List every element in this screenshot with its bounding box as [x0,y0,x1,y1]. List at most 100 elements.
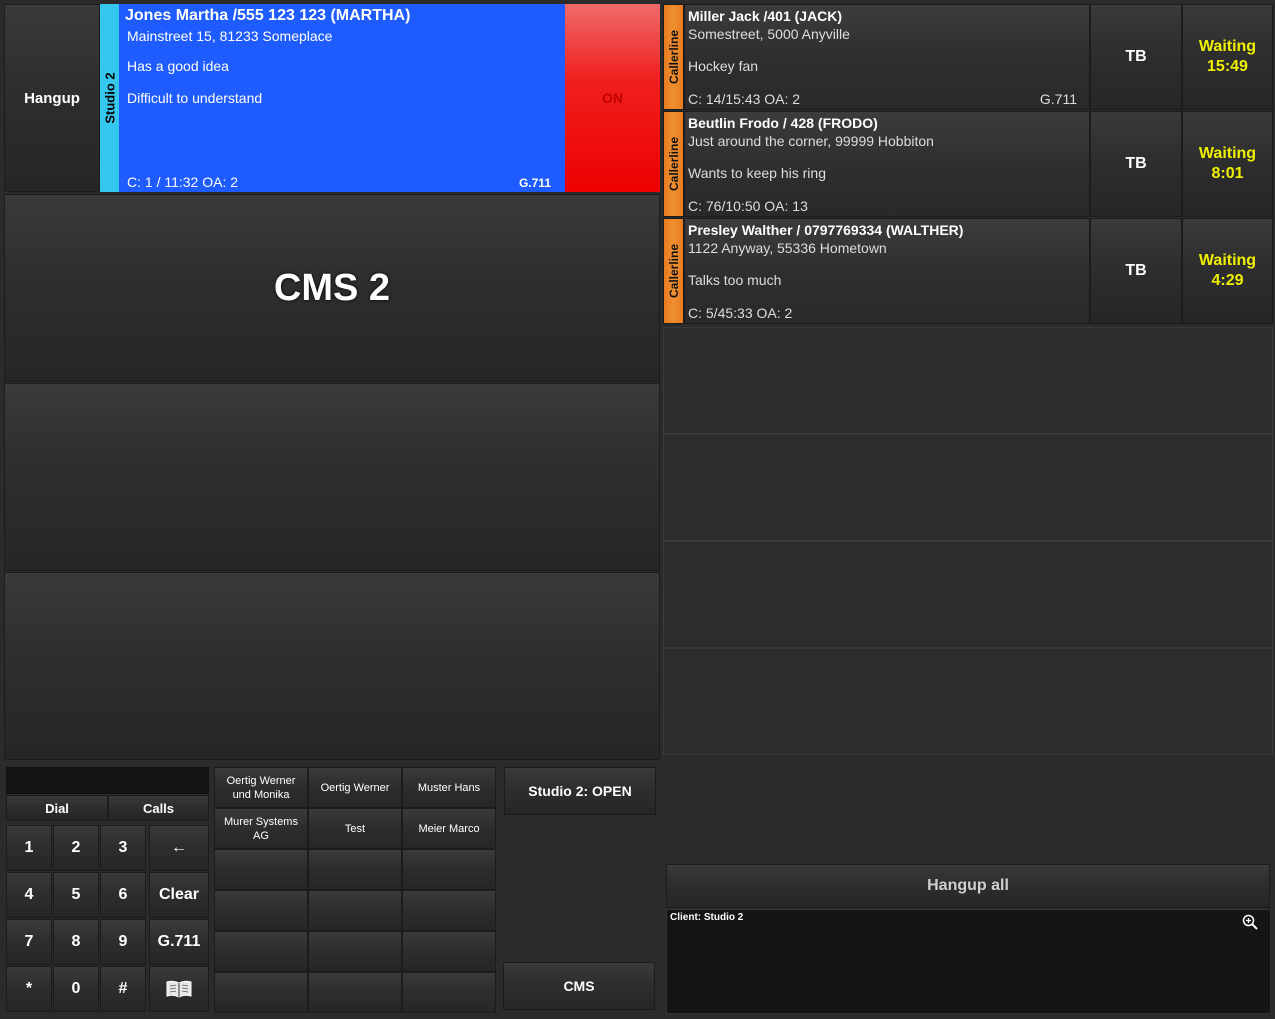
tb-button[interactable]: TB [1090,4,1182,110]
codec-button[interactable]: G.711 [149,919,209,965]
key-9[interactable]: 9 [100,919,146,965]
empty-waiting-slot [663,648,1273,755]
callerline-label: Callerline [666,243,681,299]
waiting-status: Waiting 4:29 [1182,218,1273,324]
waiting-caller-name: Miller Jack /401 (JACK) [688,8,843,24]
speed-dial-empty[interactable] [402,890,496,931]
client-value: Studio 2 [703,912,744,923]
key-7[interactable]: 7 [6,919,52,965]
speed-dial-empty[interactable] [402,931,496,972]
tab-dial[interactable]: Dial [6,795,108,821]
waiting-status-label: Waiting [1198,145,1257,162]
key-1[interactable]: 1 [6,825,52,871]
callerline-label: Callerline [666,29,681,85]
active-caller-name: Jones Martha /555 123 123 (MARTHA) [125,7,411,24]
waiting-status: Waiting 8:01 [1182,111,1273,217]
callerline-strip: Callerline [663,4,684,110]
active-caller-note: Has a good idea [127,58,229,74]
tab-calls[interactable]: Calls [108,795,209,821]
empty-line-slot[interactable] [4,572,660,760]
waiting-caller-address: Somestreet, 5000 Anyville [688,26,850,42]
key-hash[interactable]: # [100,966,146,1012]
waiting-call-info[interactable]: Miller Jack /401 (JACK) Somestreet, 5000… [684,4,1090,110]
hangup-all-button[interactable]: Hangup all [666,864,1270,908]
waiting-call-row[interactable]: Callerline Presley Walther / 0797769334 … [663,218,1273,324]
empty-waiting-slot [663,434,1273,541]
active-caller-note-2: Difficult to understand [127,90,263,106]
studio-strip: Studio 2 [100,4,119,192]
callerline-label: Callerline [666,136,681,192]
zoom-in-icon[interactable] [1242,914,1258,930]
clear-button[interactable]: Clear [149,872,209,918]
studio-status-button[interactable]: Studio 2: OPEN [504,767,656,815]
waiting-call-info[interactable]: Presley Walther / 0797769334 (WALTHER) 1… [684,218,1090,324]
waiting-time: 4:29 [1211,272,1244,289]
hangup-button[interactable]: Hangup [4,4,100,192]
waiting-status: Waiting 15:49 [1182,4,1273,110]
on-air-button[interactable]: ON [565,4,660,192]
speed-dial-empty[interactable] [214,931,308,972]
client-label: Client: [670,912,702,923]
waiting-call-codec: G.711 [1039,91,1077,107]
active-caller-address: Mainstreet 15, 81233 Someplace [127,28,333,44]
waiting-call-stats: C: 76/10:50 OA: 13 [688,198,808,214]
active-call-info[interactable]: Jones Martha /555 123 123 (MARTHA) Mains… [119,4,565,192]
client-info: Client: Studio 2 [670,912,743,923]
key-star[interactable]: * [6,966,52,1012]
speed-dial-empty[interactable] [214,890,308,931]
waiting-call-stats: C: 5/45:33 OA: 2 [688,305,793,321]
waiting-call-info[interactable]: Beutlin Frodo / 428 (FRODO) Just around … [684,111,1090,217]
empty-waiting-slot [663,327,1273,434]
waiting-call-stats: C: 14/15:43 OA: 2 [688,91,801,107]
backspace-button[interactable]: ← [149,825,209,871]
speed-dial-button[interactable]: Oertig Werner [308,767,402,808]
waiting-caller-note: Hockey fan [688,58,759,74]
cms-button[interactable]: CMS [503,962,655,1010]
key-2[interactable]: 2 [53,825,99,871]
waiting-caller-note: Wants to keep his ring [688,165,826,181]
active-call-stats: C: 1 / 11:32 OA: 2 [127,174,239,190]
speed-dial-empty[interactable] [402,972,496,1013]
speed-dial-button[interactable]: Meier Marco [402,808,496,849]
waiting-caller-note: Talks too much [688,272,782,288]
speed-dial-button[interactable]: Muster Hans [402,767,496,808]
waiting-caller-address: Just around the corner, 99999 Hobbiton [688,133,934,149]
callerline-strip: Callerline [663,111,684,217]
key-5[interactable]: 5 [53,872,99,918]
callerline-strip: Callerline [663,218,684,324]
dial-number-display[interactable] [6,767,209,794]
tb-button[interactable]: TB [1090,111,1182,217]
waiting-call-row[interactable]: Callerline Beutlin Frodo / 428 (FRODO) J… [663,111,1273,217]
phonebook-button[interactable] [149,966,209,1012]
speed-dial-button[interactable]: Oertig Werner und Monika [214,767,308,808]
key-0[interactable]: 0 [53,966,99,1012]
studio-label: Studio 2 [102,72,117,124]
book-icon [166,980,192,998]
speed-dial-empty[interactable] [308,890,402,931]
key-3[interactable]: 3 [100,825,146,871]
speed-dial-empty[interactable] [214,849,308,890]
waiting-time: 15:49 [1207,58,1248,75]
speed-dial-empty[interactable] [308,849,402,890]
speed-dial-empty[interactable] [308,972,402,1013]
speed-dial-empty[interactable] [214,972,308,1013]
waiting-status-label: Waiting [1198,38,1257,55]
speed-dial-empty[interactable] [402,849,496,890]
empty-line-slot[interactable] [4,383,660,571]
empty-waiting-slot [663,541,1273,648]
speed-dial-button[interactable]: Test [308,808,402,849]
waiting-caller-name: Beutlin Frodo / 428 (FRODO) [688,115,878,131]
cms-title-button[interactable]: CMS 2 [4,194,660,382]
key-8[interactable]: 8 [53,919,99,965]
waiting-call-row[interactable]: Callerline Miller Jack /401 (JACK) Somes… [663,4,1273,110]
waiting-caller-address: 1122 Anyway, 55336 Hometown [688,240,887,256]
key-6[interactable]: 6 [100,872,146,918]
key-4[interactable]: 4 [6,872,52,918]
speed-dial-button[interactable]: Murer Systems AG [214,808,308,849]
waiting-time: 8:01 [1211,165,1244,182]
client-log-panel: Client: Studio 2 [666,909,1271,1014]
waiting-caller-name: Presley Walther / 0797769334 (WALTHER) [688,222,964,238]
waiting-status-label: Waiting [1198,252,1257,269]
speed-dial-empty[interactable] [308,931,402,972]
tb-button[interactable]: TB [1090,218,1182,324]
